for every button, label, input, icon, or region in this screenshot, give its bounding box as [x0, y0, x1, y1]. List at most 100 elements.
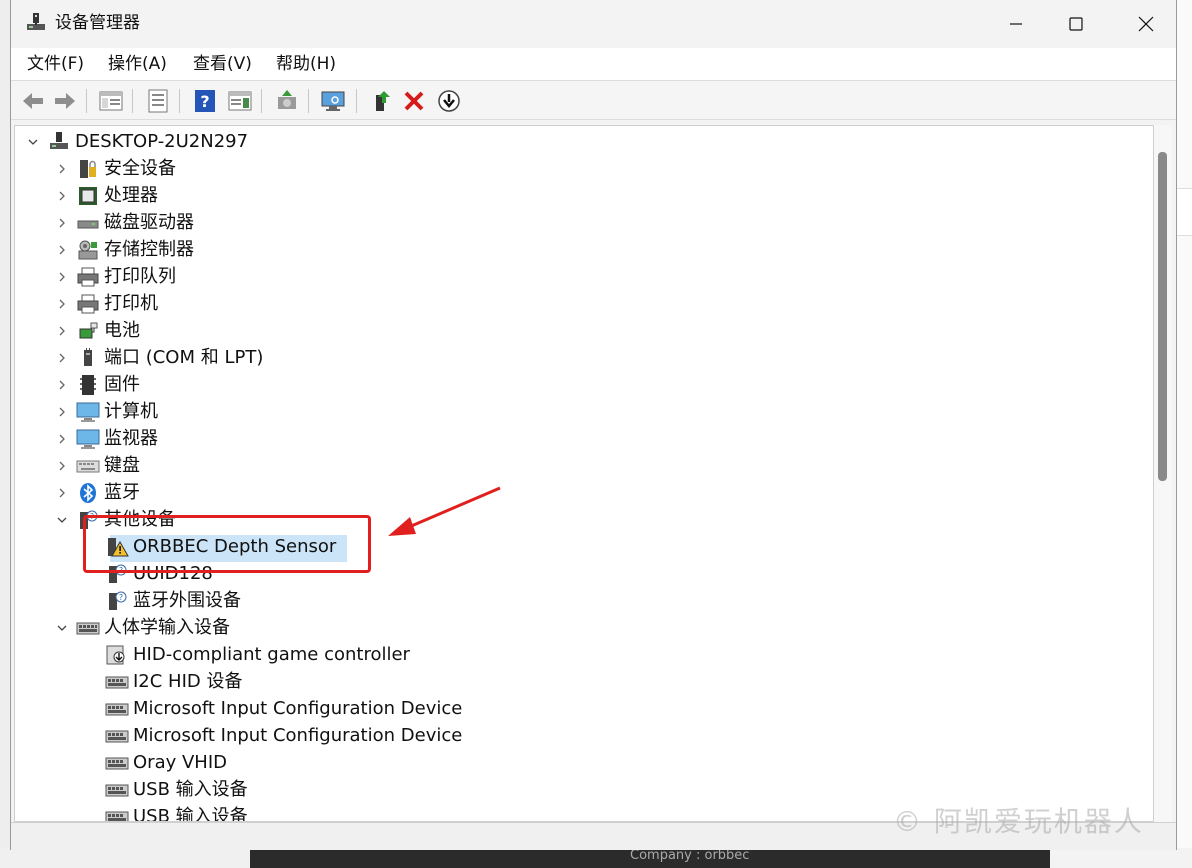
chevron-right-icon[interactable]	[54, 425, 70, 452]
scan-hardware-icon	[321, 91, 345, 111]
help-button[interactable]: ?	[191, 87, 219, 115]
console-tree-icon	[99, 91, 123, 111]
tree-category[interactable]: 电池	[54, 317, 140, 344]
printer-icon	[76, 292, 100, 316]
chevron-right-icon[interactable]	[54, 209, 70, 236]
background-bottom-strip: Company : orbbec	[0, 848, 1192, 868]
action-pane-icon	[228, 91, 252, 111]
monitor-icon	[76, 427, 100, 451]
background-left-strip	[0, 0, 10, 848]
tree-category[interactable]: 打印机	[54, 290, 158, 317]
tree-category[interactable]: 键盘	[54, 452, 140, 479]
tree-device-label: USB 输入设备	[133, 779, 248, 800]
chevron-right-icon[interactable]	[54, 155, 70, 182]
tree-device[interactable]: Microsoft Input Configuration Device	[83, 722, 462, 749]
tree-category[interactable]: 计算机	[54, 398, 158, 425]
tree-device-label: 蓝牙外围设备	[133, 590, 241, 611]
svg-text:?: ?	[200, 92, 209, 111]
game-controller-icon	[105, 643, 129, 667]
chevron-right-icon[interactable]	[54, 398, 70, 425]
tree-category-label: 端口 (COM 和 LPT)	[104, 347, 264, 368]
back-icon	[23, 93, 43, 109]
minimize-button[interactable]	[986, 0, 1046, 48]
tree-device[interactable]: Microsoft Input Configuration Device	[83, 695, 462, 722]
action-pane-button[interactable]	[226, 87, 254, 115]
chevron-right-icon[interactable]	[54, 344, 70, 371]
tree-category[interactable]: 安全设备	[54, 155, 176, 182]
chevron-right-icon[interactable]	[54, 236, 70, 263]
tree-device[interactable]: USB 输入设备	[83, 776, 248, 803]
tree-device[interactable]: Oray VHID	[83, 749, 227, 776]
tree-category-label: 键盘	[104, 455, 140, 476]
tree-category[interactable]: 端口 (COM 和 LPT)	[54, 344, 263, 371]
forward-button[interactable]	[51, 87, 79, 115]
enable-device-button[interactable]	[367, 87, 395, 115]
port-icon	[76, 346, 100, 370]
device-tree[interactable]: DESKTOP-2U2N297 安全设备 处理器 磁盘驱动器 存储控制器 打印队…	[14, 125, 1154, 822]
tree-category[interactable]: 存储控制器	[54, 236, 194, 263]
chevron-right-icon[interactable]	[54, 452, 70, 479]
uninstall-device-button[interactable]	[400, 87, 428, 115]
vertical-scrollbar[interactable]	[1154, 125, 1172, 822]
tree-category[interactable]: 打印队列	[54, 263, 176, 290]
toolbar-separator	[132, 89, 133, 113]
tree-category-label: 处理器	[104, 185, 158, 206]
show-hide-console-tree-button[interactable]	[97, 87, 125, 115]
chevron-right-icon[interactable]	[54, 290, 70, 317]
tree-category[interactable]: 监视器	[54, 425, 158, 452]
hid-icon	[76, 616, 100, 640]
tree-device[interactable]: HID-compliant game controller	[83, 641, 410, 668]
bluetooth-icon	[76, 481, 100, 505]
tree-category[interactable]: 处理器	[54, 182, 158, 209]
tree-category-label: 计算机	[104, 401, 158, 422]
chevron-down-icon[interactable]	[54, 506, 70, 533]
tree-category[interactable]: 磁盘驱动器	[54, 209, 194, 236]
chevron-right-icon[interactable]	[54, 317, 70, 344]
chevron-down-icon[interactable]	[25, 128, 41, 155]
chevron-right-icon[interactable]	[54, 182, 70, 209]
chevron-right-icon[interactable]	[54, 371, 70, 398]
tree-device-label: Oray VHID	[133, 752, 227, 773]
tree-category-label: 存储控制器	[104, 239, 194, 260]
keyboard-icon	[76, 454, 100, 478]
background-right-strip	[1176, 0, 1192, 848]
tree-device[interactable]: ? 蓝牙外围设备	[83, 587, 241, 614]
close-icon	[1138, 16, 1154, 32]
computer-tree-icon	[47, 130, 71, 154]
tree-category[interactable]: 蓝牙	[54, 479, 140, 506]
close-button[interactable]	[1116, 0, 1176, 48]
chevron-down-icon[interactable]	[54, 614, 70, 641]
scan-hardware-button[interactable]	[319, 87, 347, 115]
disable-device-button[interactable]	[435, 87, 463, 115]
chevron-right-icon[interactable]	[54, 479, 70, 506]
toolbar-separator	[179, 89, 180, 113]
tree-device[interactable]: I2C HID 设备	[83, 668, 242, 695]
toolbar: ?	[11, 80, 1176, 120]
menu-view[interactable]: 查看(V)	[193, 52, 252, 76]
tree-device-label: Microsoft Input Configuration Device	[133, 698, 463, 719]
help-icon: ?	[195, 90, 215, 112]
maximize-button[interactable]	[1046, 0, 1106, 48]
unknown-device-icon: ?	[105, 589, 129, 613]
menu-action[interactable]: 操作(A)	[108, 52, 167, 76]
hid-device-icon	[105, 670, 129, 694]
scrollbar-thumb[interactable]	[1158, 152, 1167, 481]
update-driver-icon	[278, 90, 296, 109]
menu-help[interactable]: 帮助(H)	[276, 52, 336, 76]
menu-file[interactable]: 文件(F)	[27, 52, 84, 76]
tree-root[interactable]: DESKTOP-2U2N297	[25, 128, 248, 155]
tree-device-label: HID-compliant game controller	[133, 644, 410, 665]
hid-device-icon	[105, 751, 129, 775]
properties-button[interactable]	[144, 87, 172, 115]
tree-device[interactable]: USB 输入设备	[83, 803, 248, 821]
chevron-right-icon[interactable]	[54, 263, 70, 290]
tree-category[interactable]: 固件	[54, 371, 140, 398]
title-bar: 设备管理器	[11, 0, 1176, 48]
tree-category-hid[interactable]: 人体学输入设备	[54, 614, 230, 641]
back-button[interactable]	[19, 87, 47, 115]
update-driver-button[interactable]	[273, 87, 301, 115]
menu-bar: 文件(F) 操作(A) 查看(V) 帮助(H)	[11, 48, 1176, 80]
